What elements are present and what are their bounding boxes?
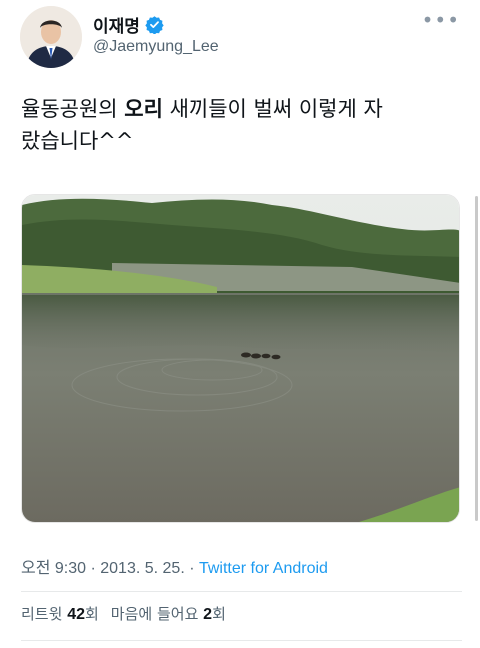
tweet-text-part3: 랐습니다^^ — [21, 129, 134, 153]
divider — [21, 640, 462, 641]
divider — [21, 591, 462, 592]
author-name-text[interactable]: 이재명 — [93, 12, 140, 37]
meta-separator: · — [86, 560, 101, 577]
tweet-text-part1: 율동공원의 — [21, 97, 125, 121]
scrollbar[interactable] — [475, 196, 478, 521]
tweet-text-bold: 오리 — [124, 97, 163, 121]
like-unit: 회 — [212, 605, 226, 623]
verified-badge-icon — [145, 15, 164, 35]
tweet-meta: 오전 9:30 · 2013. 5. 25. · Twitter for And… — [21, 554, 328, 578]
retweet-count: 42 — [67, 606, 85, 623]
tweet-source-link[interactable]: Twitter for Android — [199, 560, 328, 577]
retweet-label: 리트윗 — [21, 605, 63, 623]
retweet-stat[interactable]: 리트윗 42회 — [21, 603, 99, 624]
retweet-unit: 회 — [84, 605, 99, 623]
like-label: 마음에 들어요 — [110, 605, 199, 623]
avatar[interactable] — [20, 6, 82, 68]
author-handle[interactable]: @Jaemyung_Lee — [93, 38, 219, 56]
tweet-stats: 리트윗 42회 마음에 들어요 2회 — [21, 603, 226, 624]
tweet-date[interactable]: 2013. 5. 25. — [100, 560, 185, 577]
tweet-text: 율동공원의 오리 새끼들이 벌써 이렇게 자 랐습니다^^ — [21, 93, 461, 157]
like-count: 2 — [203, 606, 213, 623]
tweet-photo[interactable] — [21, 194, 460, 523]
meta-separator: · — [184, 560, 199, 577]
more-icon[interactable]: ••• — [422, 8, 460, 32]
tweet-text-part2: 새끼들이 벌써 이렇게 자 — [162, 97, 383, 121]
tweet-time[interactable]: 오전 9:30 — [21, 560, 86, 577]
author-name[interactable]: 이재명 — [93, 12, 164, 37]
like-stat[interactable]: 마음에 들어요 2회 — [111, 603, 226, 624]
